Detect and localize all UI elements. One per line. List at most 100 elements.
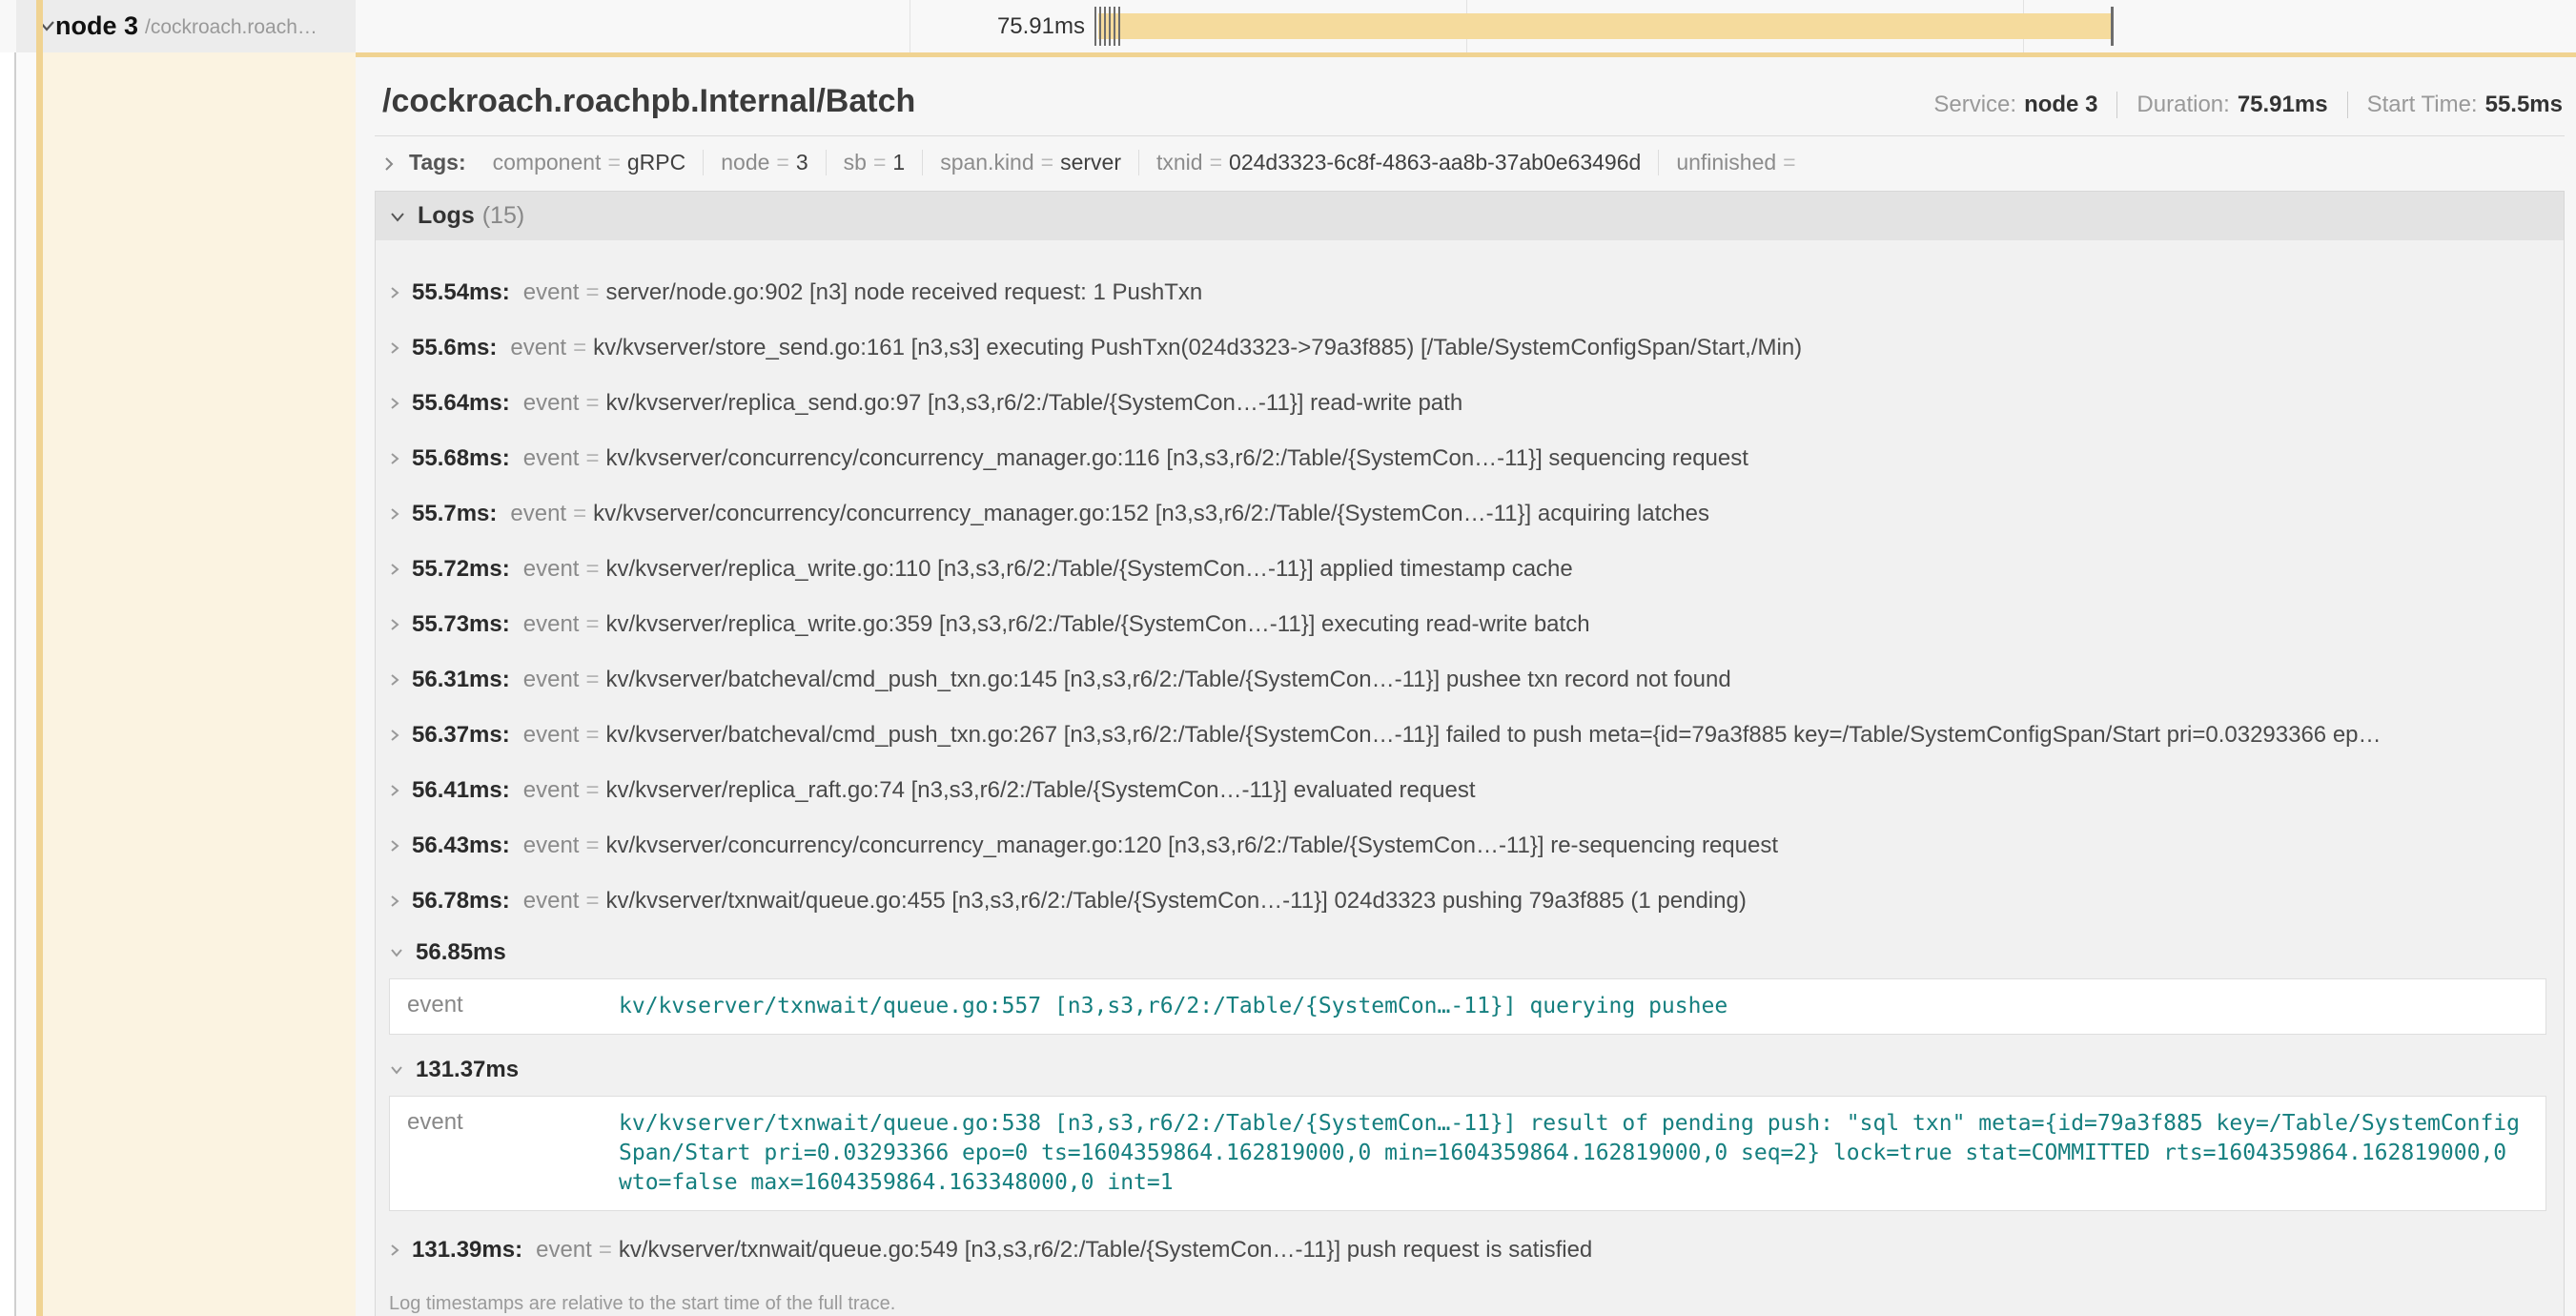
span-duration-label: 75.91ms <box>953 13 1085 40</box>
equals-sign: = <box>599 1237 612 1264</box>
service-value: node 3 <box>2024 92 2097 118</box>
tag-value: server <box>1060 150 1121 175</box>
tag-key: unfinished <box>1676 150 1776 175</box>
log-timestamp: 55.73ms: <box>412 611 510 638</box>
log-message: kv/kvserver/replica_write.go:359 [n3,s3,… <box>605 611 1589 638</box>
logs-list: 55.54ms: event = server/node.go:902 [n3]… <box>376 240 2564 1316</box>
log-timestamp: 55.72ms: <box>412 556 510 583</box>
log-entry-row[interactable]: 55.7ms: event = kv/kvserver/concurrency/… <box>376 486 2564 542</box>
log-timestamp: 55.7ms: <box>412 501 497 527</box>
chevron-right-icon[interactable] <box>389 505 400 523</box>
log-field-key: event <box>536 1237 592 1264</box>
log-entry-row[interactable]: 55.73ms: event = kv/kvserver/replica_wri… <box>376 597 2564 652</box>
chevron-right-icon[interactable] <box>389 284 400 301</box>
log-entry-row[interactable]: 55.54ms: event = server/node.go:902 [n3]… <box>376 265 2564 320</box>
selected-span-row-highlight[interactable] <box>16 52 356 1316</box>
log-entry-row[interactable]: 55.72ms: event = kv/kvserver/replica_wri… <box>376 542 2564 597</box>
chevron-down-icon[interactable] <box>389 1063 404 1077</box>
log-timestamp: 56.85ms <box>416 939 506 966</box>
span-operation-name: /cockroach.roach… <box>145 16 317 39</box>
chevron-right-icon[interactable] <box>389 450 400 467</box>
log-entry-row[interactable]: 56.41ms: event = kv/kvserver/replica_raf… <box>376 763 2564 818</box>
equals-sign: = <box>1783 150 1795 175</box>
equals-sign: = <box>585 611 599 638</box>
log-entry-row[interactable]: 56.37ms: event = kv/kvserver/batcheval/c… <box>376 708 2564 763</box>
logs-section-header[interactable]: Logs (15) <box>376 192 2564 240</box>
log-field-key: event <box>523 445 580 472</box>
log-field-key: event <box>523 279 580 306</box>
span-duration-bar[interactable] <box>1098 13 2111 39</box>
log-field-key: event <box>407 992 619 1021</box>
log-tick-marks-icon <box>1094 7 1122 46</box>
chevron-right-icon[interactable] <box>389 837 400 854</box>
tags-label: Tags: <box>409 150 466 175</box>
log-field-key: event <box>523 667 580 693</box>
log-field-key: event <box>523 556 580 583</box>
log-field-key: event <box>510 335 566 361</box>
log-message: kv/kvserver/batcheval/cmd_push_txn.go:26… <box>605 722 2381 749</box>
start-time-label: Start Time: <box>2367 92 2478 118</box>
equals-sign: = <box>573 335 586 361</box>
log-field-key: event <box>407 1109 619 1198</box>
tag-item: unfinished = <box>1659 150 1819 175</box>
log-field-value: kv/kvserver/txnwait/queue.go:557 [n3,s3,… <box>619 992 1728 1021</box>
tag-key: component <box>493 150 602 175</box>
log-entry-row[interactable]: 55.6ms: event = kv/kvserver/store_send.g… <box>376 320 2564 376</box>
timeline-header-row: node 3 /cockroach.roach… 75.91ms <box>0 0 2576 52</box>
log-message: kv/kvserver/store_send.go:161 [n3,s3] ex… <box>593 335 1802 361</box>
tag-key: sb <box>844 150 867 175</box>
chevron-right-icon[interactable] <box>389 561 400 578</box>
chevron-down-icon[interactable] <box>389 209 406 224</box>
tag-value: 1 <box>892 150 905 175</box>
meta-divider <box>2347 92 2348 118</box>
log-entry-row[interactable]: 56.43ms: event = kv/kvserver/concurrency… <box>376 818 2564 874</box>
tag-key: node <box>721 150 769 175</box>
equals-sign: = <box>585 722 599 749</box>
log-timestamp: 55.68ms: <box>412 445 510 472</box>
log-field-key: event <box>523 722 580 749</box>
log-timestamp: 55.64ms: <box>412 390 510 417</box>
log-field-key: event <box>523 888 580 915</box>
tag-item: sb=1 <box>827 150 924 175</box>
tag-item: span.kind=server <box>923 150 1139 175</box>
chevron-right-icon[interactable] <box>389 395 400 412</box>
log-field-key: event <box>523 833 580 859</box>
tag-item: component=gRPC <box>476 150 705 175</box>
chevron-down-icon[interactable] <box>389 946 404 959</box>
chevron-right-icon[interactable] <box>389 671 400 689</box>
page-title: /cockroach.roachpb.Internal/Batch <box>382 83 915 120</box>
log-message: kv/kvserver/txnwait/queue.go:549 [n3,s3,… <box>619 1237 1592 1264</box>
span-end-marker <box>2111 7 2114 46</box>
tag-key: txnid <box>1156 150 1203 175</box>
equals-sign: = <box>873 150 886 175</box>
log-entry-row[interactable]: 131.39ms: event = kv/kvserver/txnwait/qu… <box>376 1223 2564 1278</box>
log-group-header[interactable]: 56.85ms <box>376 929 2564 977</box>
log-timestamp: 56.78ms: <box>412 888 510 915</box>
log-entry-row[interactable]: 55.64ms: event = kv/kvserver/replica_sen… <box>376 376 2564 431</box>
logs-count: (15) <box>482 202 524 230</box>
log-timestamp: 55.54ms: <box>412 279 510 306</box>
equals-sign: = <box>1041 150 1053 175</box>
tag-item: node=3 <box>704 150 826 175</box>
log-message: kv/kvserver/replica_write.go:110 [n3,s3,… <box>605 556 1572 583</box>
chevron-right-icon[interactable] <box>382 154 396 174</box>
log-field-value: kv/kvserver/txnwait/queue.go:538 [n3,s3,… <box>619 1109 2528 1198</box>
tags-row[interactable]: Tags: component=gRPC node=3 sb=1 span.ki… <box>375 136 2565 189</box>
log-group-header[interactable]: 131.37ms <box>376 1046 2564 1094</box>
log-field-key: event <box>523 390 580 417</box>
log-entry-row[interactable]: 55.68ms: event = kv/kvserver/concurrency… <box>376 431 2564 486</box>
chevron-right-icon[interactable] <box>389 616 400 633</box>
log-detail-box: event kv/kvserver/txnwait/queue.go:538 [… <box>389 1096 2546 1211</box>
equals-sign: = <box>585 445 599 472</box>
chevron-right-icon[interactable] <box>389 782 400 799</box>
chevron-right-icon[interactable] <box>389 1242 400 1259</box>
tag-value: gRPC <box>627 150 685 175</box>
log-entry-row[interactable]: 56.78ms: event = kv/kvserver/txnwait/que… <box>376 874 2564 929</box>
logs-footer-note: Log timestamps are relative to the start… <box>376 1278 2564 1316</box>
chevron-right-icon[interactable] <box>389 893 400 910</box>
tag-item: txnid=024d3323-6c8f-4863-aa8b-37ab0e6349… <box>1139 150 1659 175</box>
chevron-right-icon[interactable] <box>389 339 400 357</box>
chevron-right-icon[interactable] <box>389 727 400 744</box>
log-entry-row[interactable]: 56.31ms: event = kv/kvserver/batcheval/c… <box>376 652 2564 708</box>
span-row-highlight-area <box>43 52 356 1316</box>
